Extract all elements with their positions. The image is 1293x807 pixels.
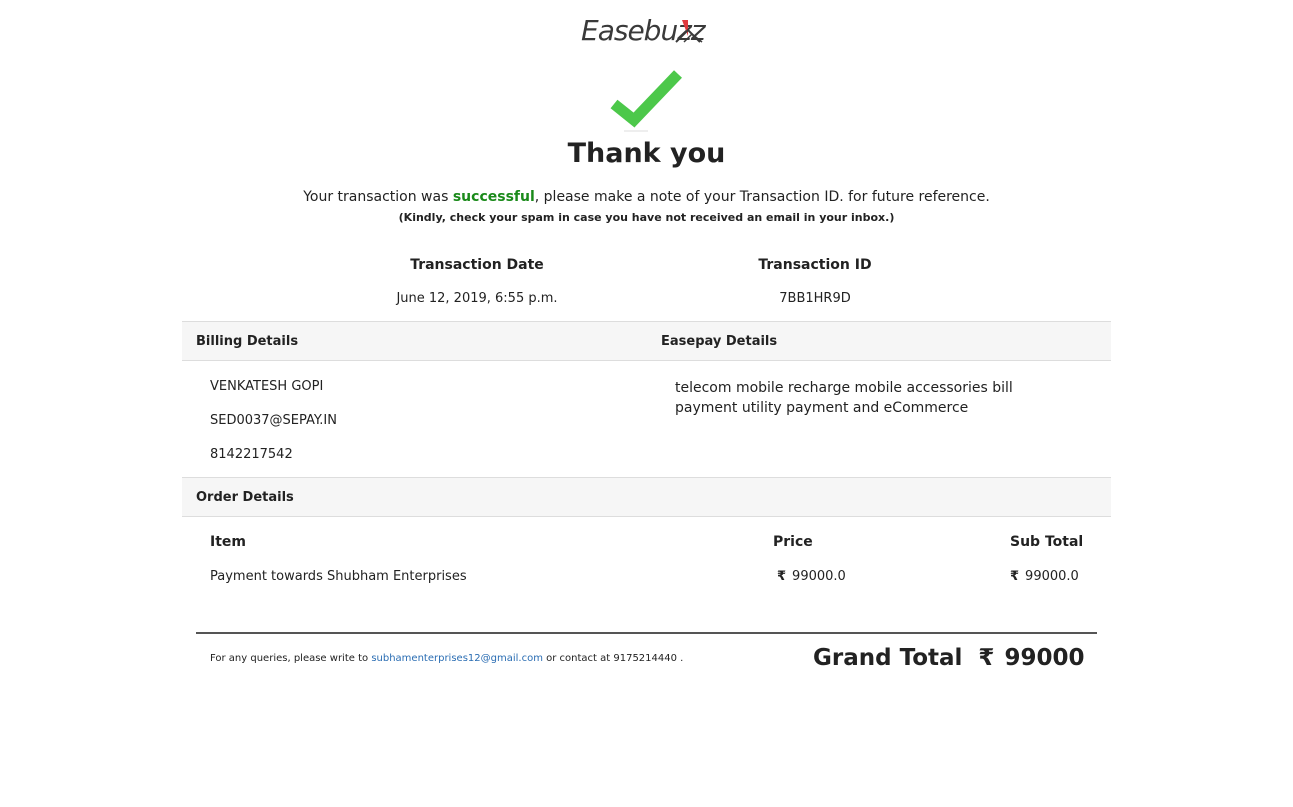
- spam-note: (Kindly, check your spam in case you hav…: [398, 211, 895, 224]
- easepay-details-heading: Easepay Details: [661, 334, 778, 349]
- order-col-price: Price: [773, 534, 813, 550]
- billing-email: SED0037@SEPAY.IN: [210, 413, 337, 428]
- support-phone: 9175214440: [613, 653, 677, 664]
- rupee-icon: ₹: [1010, 569, 1020, 584]
- transaction-id-value: 7BB1HR9D: [779, 291, 851, 306]
- page-title: Thank you: [567, 138, 726, 169]
- message-prefix: Your transaction was: [303, 189, 453, 205]
- logo-rocket-icon: [675, 20, 703, 43]
- order-details-heading: Order Details: [196, 490, 294, 505]
- subtotal-value: 99000.0: [1025, 569, 1079, 584]
- order-row-subtotal: ₹99000.0: [1010, 569, 1079, 584]
- order-row-item: Payment towards Shubham Enterprises: [210, 569, 467, 584]
- billing-name: VENKATESH GOPI: [210, 379, 324, 394]
- easepay-description: telecom mobile recharge mobile accessori…: [675, 380, 1013, 416]
- footer-suffix: .: [676, 653, 684, 664]
- footer-divider: [196, 632, 1097, 634]
- footer-query-prefix: For any queries, please write to: [210, 653, 372, 664]
- support-email-link[interactable]: subhamenterprises12@gmail.com: [371, 653, 543, 664]
- grand-total: Grand Total ₹99000: [813, 645, 1084, 671]
- transaction-id-label: Transaction ID: [758, 257, 872, 273]
- details-header-band: Billing Details Easepay Details: [182, 321, 1111, 361]
- order-header-band: Order Details: [182, 477, 1111, 517]
- order-col-subtotal: Sub Total: [1010, 534, 1084, 550]
- rupee-icon: ₹: [777, 569, 787, 584]
- grand-total-label: Grand Total: [813, 645, 963, 671]
- footer-contact: For any queries, please write to subhame…: [210, 653, 683, 664]
- easebuzz-logo: Easebuzz: [578, 12, 708, 48]
- billing-phone: 8142217542: [210, 447, 293, 462]
- order-col-item: Item: [210, 534, 246, 550]
- transaction-date-value: June 12, 2019, 6:55 p.m.: [396, 291, 558, 306]
- order-row-price: ₹99000.0: [777, 569, 846, 584]
- grand-total-value: 99000: [1004, 645, 1085, 671]
- success-check-icon: [610, 70, 682, 132]
- transaction-date-label: Transaction Date: [410, 257, 544, 273]
- billing-details-heading: Billing Details: [196, 334, 299, 349]
- transaction-message: Your transaction was successful, please …: [0, 189, 1293, 205]
- price-value: 99000.0: [792, 569, 846, 584]
- footer-contact-prefix: or contact at: [542, 653, 614, 664]
- message-suffix: , please make a note of your Transaction…: [534, 189, 990, 205]
- status-success: successful: [452, 189, 535, 205]
- rupee-icon: ₹: [978, 645, 995, 671]
